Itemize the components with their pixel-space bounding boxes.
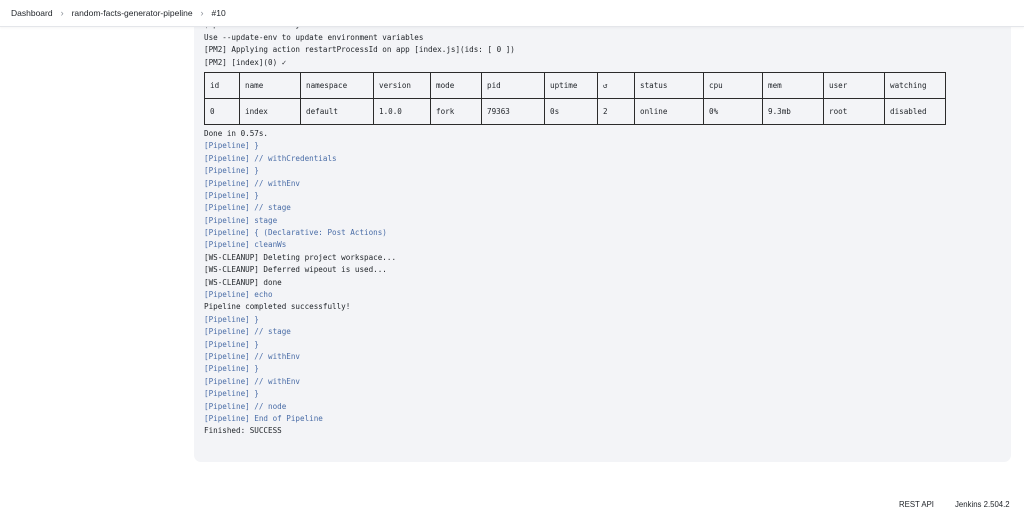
pipeline-log-line: [Pipeline] // stage [204,203,291,213]
pm2-table-cell: 0s [544,98,598,125]
pm2-table-cell: root [823,98,885,125]
console-log-line: [PM2] [index](0) ✓ [204,57,287,67]
breadcrumb-dashboard[interactable]: Dashboard [11,8,53,18]
pm2-column-header: pid [481,72,545,99]
pm2-column-header: ↺ [597,72,635,99]
pm2-table-body: 0 index default 1.0.0 fork 79363 0s 2 online 0% 9.… [205,98,946,125]
pm2-column-header: status [634,72,704,99]
breadcrumb-build[interactable]: #10 [212,8,226,18]
console-log-line: [WS-CLEANUP] done [204,277,282,287]
pm2-table-cell: 0 [210,106,215,116]
pm2-column-header: uptime [544,72,598,99]
pipeline-log-line: [Pipeline] } [204,364,259,374]
pipeline-log-line: [Pipeline] // stage [204,327,291,337]
pipeline-log-line: [Pipeline] // withEnv [204,351,301,361]
pipeline-log-line: [Pipeline] // withCredentials [204,153,337,163]
console-log-line: Finished: SUCCESS [204,426,282,436]
pm2-table-cell: 2 [597,98,635,125]
pm2-table-cell: 79363 [481,98,545,125]
pm2-table-cell: 1.0.0 [373,98,431,125]
pipeline-log-line: [Pipeline] End of Pipeline [204,413,323,423]
pipeline-log-line: [Pipeline] // withEnv [204,376,301,386]
console-log-line: [PM2] Applying action restartProcessId o… [204,45,515,55]
pipeline-log-line: [Pipeline] } [204,389,259,399]
jenkins-version-link[interactable]: Jenkins 2.504.2 [955,500,1010,509]
console-log-line: [WS-CLEANUP] Deleting project workspace.… [204,252,397,262]
pm2-table-cell: index [239,98,301,125]
pm2-table-header: id name namespace version mode pid uptime ↺ stat… [204,72,946,99]
pm2-column-header: watching [884,72,946,99]
pm2-column-header: name [239,72,301,99]
pm2-table-cell: 0% [703,98,763,125]
pm2-process-table: id name namespace version mode pid uptime ↺ stat… [204,71,946,125]
pm2-column-header: mem [762,72,824,99]
console-log: yarn run v1.22.22$ pm2 restart index.jsU… [204,8,1001,438]
pipeline-log-line: [Pipeline] } [204,190,259,200]
pipeline-log-line: [Pipeline] } [204,141,259,151]
rest-api-link[interactable]: REST API [899,500,934,509]
pipeline-log-line: [Pipeline] } [204,339,259,349]
pipeline-log-line: [Pipeline] // withEnv [204,178,301,188]
pipeline-log-line: [Pipeline] // node [204,401,287,411]
pipeline-log-line: [Pipeline] } [204,166,259,176]
pm2-column-header: cpu [703,72,763,99]
console-post-lines: Done in 0.57s. [Pipeline] } [Pipeline] // … [204,128,1001,438]
pm2-column-header: id [210,80,220,90]
pm2-table-cell: fork [430,98,482,125]
breadcrumb-job[interactable]: random-facts-generator-pipeline [72,8,193,18]
breadcrumb: Dashboard › random-facts-generator-pipel… [0,0,1024,27]
pipeline-log-line: [Pipeline] echo [204,290,273,300]
chevron-right-icon: › [60,8,64,18]
pm2-column-header: user [823,72,885,99]
console-log-line: Use --update-env to update environment v… [204,32,424,42]
pipeline-log-line: [Pipeline] stage [204,215,278,225]
pm2-table-cell: default [300,98,374,125]
pipeline-log-line: [Pipeline] } [204,314,259,324]
pm2-table-cell: online [634,98,704,125]
pm2-table-row: 0 index default 1.0.0 fork 79363 0s 2 online 0% 9.… [205,98,946,125]
pm2-table-cell: disabled [884,98,946,125]
pm2-table-cell: 9.3mb [762,98,824,125]
pm2-column-header: mode [430,72,482,99]
pm2-column-header: namespace [300,72,374,99]
chevron-right-icon: › [200,8,204,18]
pipeline-log-line: [Pipeline] { (Declarative: Post Actions) [204,228,387,238]
console-output: yarn run v1.22.22$ pm2 restart index.jsU… [194,0,1011,462]
console-log-line: Pipeline completed successfully! [204,302,351,312]
console-log-line: Done in 0.57s. [204,128,269,138]
pm2-column-header: version [373,72,431,99]
console-log-line: [WS-CLEANUP] Deferred wipeout is used... [204,265,387,275]
pipeline-log-line: [Pipeline] cleanWs [204,240,287,250]
